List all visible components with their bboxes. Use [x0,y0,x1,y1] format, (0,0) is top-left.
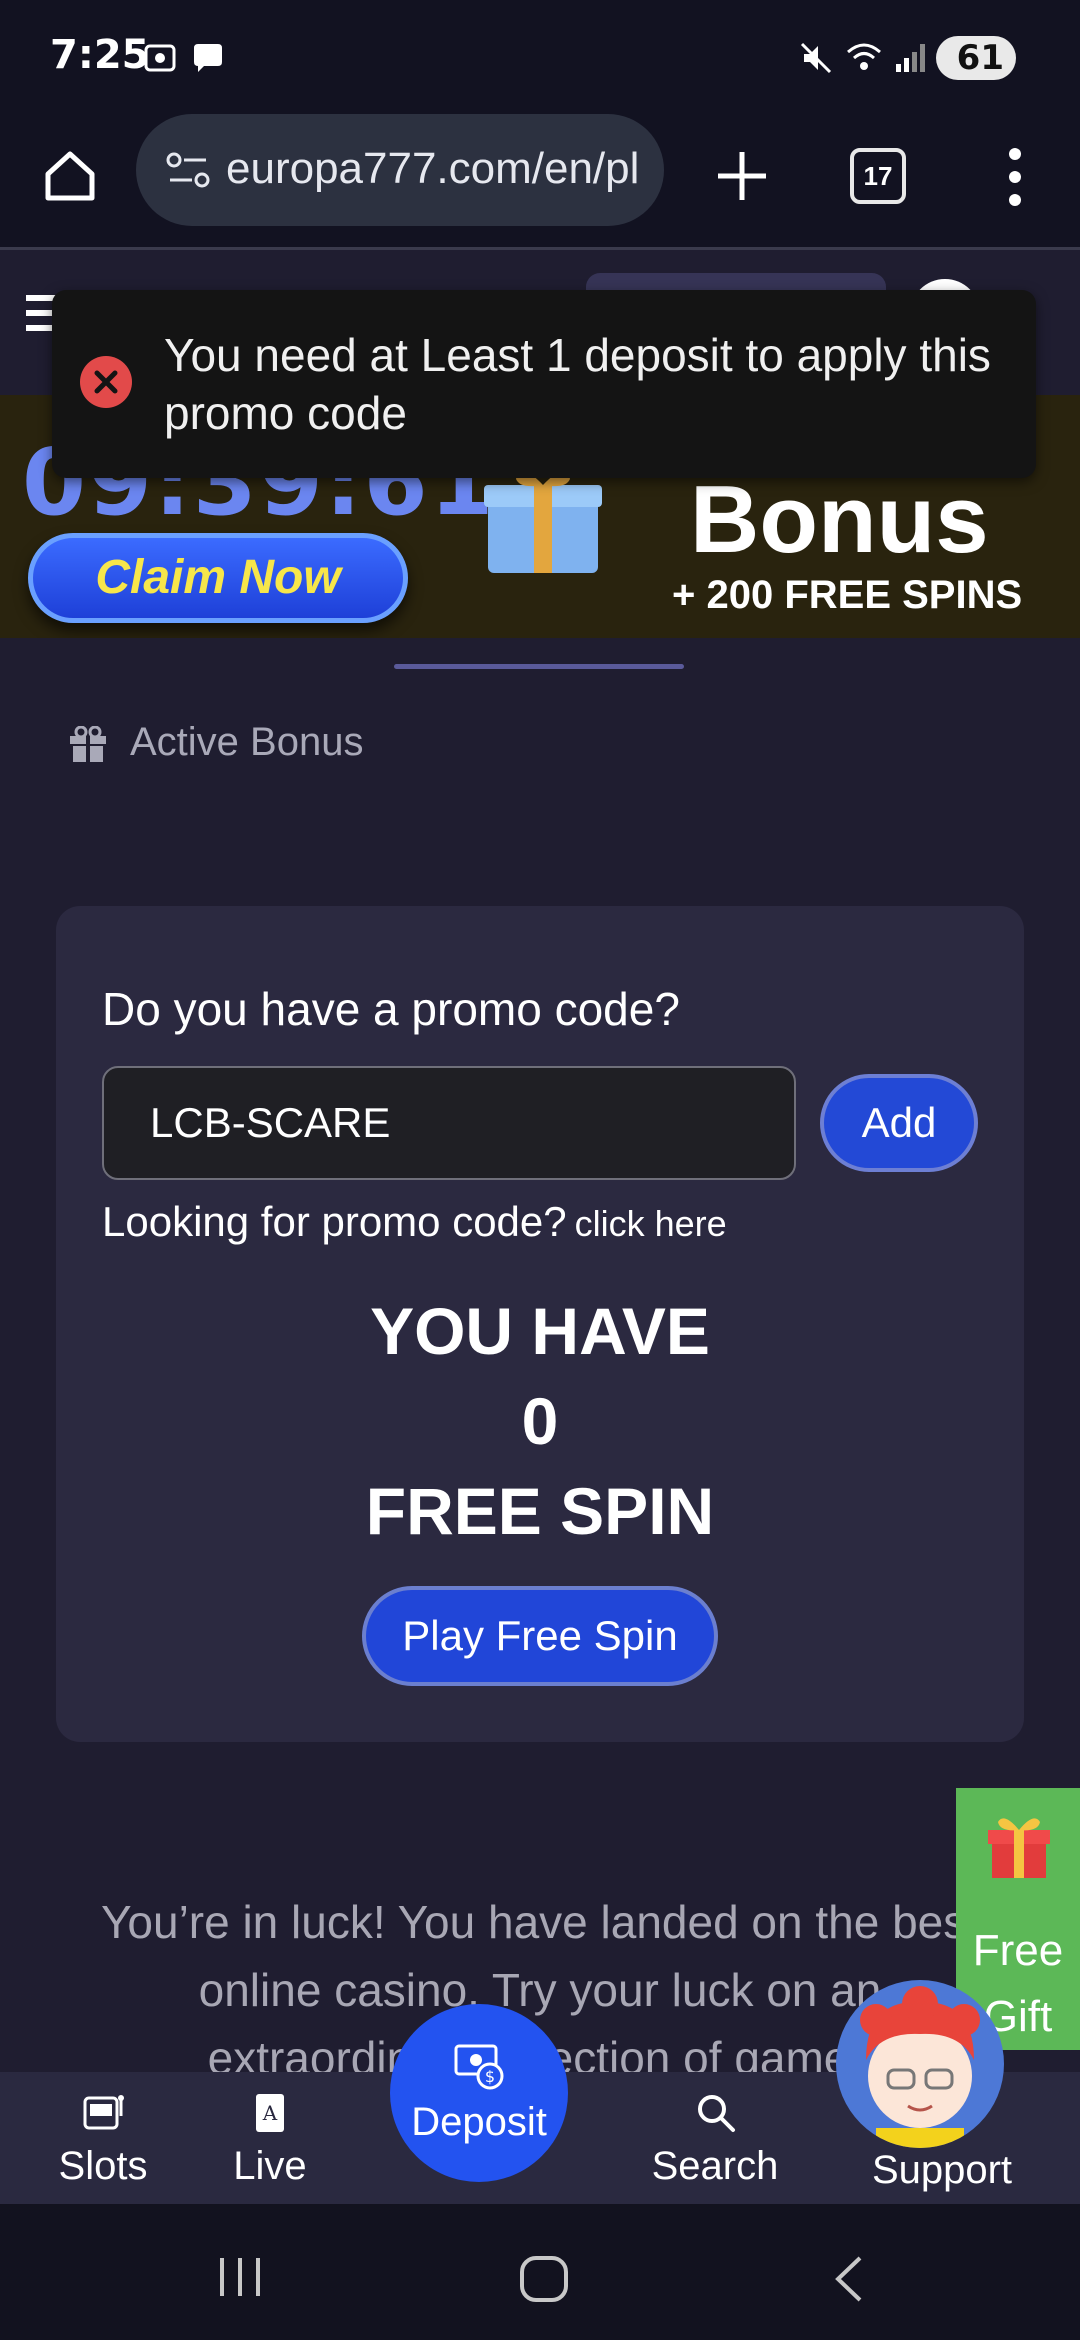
promo-code-input[interactable] [102,1066,796,1180]
tab-switcher-button[interactable]: 17 [850,148,906,204]
system-navigation-bar [0,2204,1080,2340]
slot-machine-icon [83,2095,124,2130]
browser-toolbar: europa777.com/en/pl 17 [0,110,1080,250]
claim-now-label: Claim Now [95,551,341,604]
url-text: europa777.com/en/pl [226,144,640,193]
support-agent-icon [860,1986,980,2148]
battery-indicator: 61 [936,36,1016,80]
screenshot-icon [144,44,176,72]
nav-live-label: Live [233,2144,307,2188]
bonus-subtitle: + 200 FREE SPINS [672,573,1023,617]
looking-for-promo: Looking for promo code? click here [102,1198,727,1246]
home-nav-icon[interactable] [518,2254,570,2304]
spin-count: 0 [521,1384,559,1458]
tab-indicator [394,664,684,669]
new-tab-icon[interactable] [708,142,776,210]
free-gift-line1: Free [972,1926,1064,1975]
back-icon[interactable] [828,2254,868,2304]
status-bar: 7:25 61 [0,0,1080,110]
svg-text:A: A [262,2101,278,2125]
status-time: 7:25 [50,32,150,78]
claim-now-button[interactable]: Claim Now [28,533,408,623]
error-toast: You need at Least 1 deposit to apply thi… [52,290,1036,478]
promo-code-card: Do you have a promo code? Add Looking fo… [56,906,1024,1742]
mute-icon [800,42,832,74]
free-spin-counter: YOU HAVE 0 FREE SPIN [56,1286,1024,1556]
money-icon: $ [454,2044,504,2090]
toast-message: You need at Least 1 deposit to apply thi… [164,329,991,439]
add-promo-button[interactable]: Add [820,1074,978,1172]
wifi-icon [847,43,881,70]
nav-live[interactable]: A Live [210,2084,330,2189]
svg-text:$: $ [485,2067,495,2086]
error-icon [80,356,132,408]
url-bar[interactable]: europa777.com/en/pl [136,114,664,226]
nav-support-label: Support [871,2148,1013,2192]
you-have-label: YOU HAVE [370,1294,710,1368]
nav-slots-label: Slots [58,2144,148,2188]
playing-card-icon: A [256,2094,284,2132]
looking-for-promo-label: Looking for promo code? [102,1198,567,1245]
gift-icon [70,726,106,762]
recent-apps-icon[interactable] [216,2254,264,2300]
home-icon[interactable] [40,146,100,206]
more-menu-icon[interactable] [1000,142,1030,212]
search-icon [698,2095,735,2132]
deposit-button[interactable]: $ Deposit [390,2004,568,2182]
promo-question: Do you have a promo code? [102,983,680,1035]
gift-box-icon [484,471,602,573]
nav-support[interactable]: Support [856,2148,1028,2193]
nav-slots[interactable]: Slots [40,2084,166,2189]
click-here-link[interactable]: click here [575,1203,727,1244]
bonus-title: Bonus [690,466,989,573]
chat-icon [194,44,222,72]
free-spin-label: FREE SPIN [365,1474,715,1548]
active-bonus-tab[interactable]: Active Bonus [130,720,363,765]
site-settings-icon[interactable] [166,150,210,190]
signal-icon [896,44,925,72]
deposit-label: Deposit [411,2100,547,2144]
nav-search-label: Search [651,2144,779,2188]
support-avatar[interactable] [836,1980,1004,2148]
nav-search[interactable]: Search [640,2084,790,2189]
play-free-spin-button[interactable]: Play Free Spin [362,1586,718,1686]
gift-icon [988,1818,1050,1878]
